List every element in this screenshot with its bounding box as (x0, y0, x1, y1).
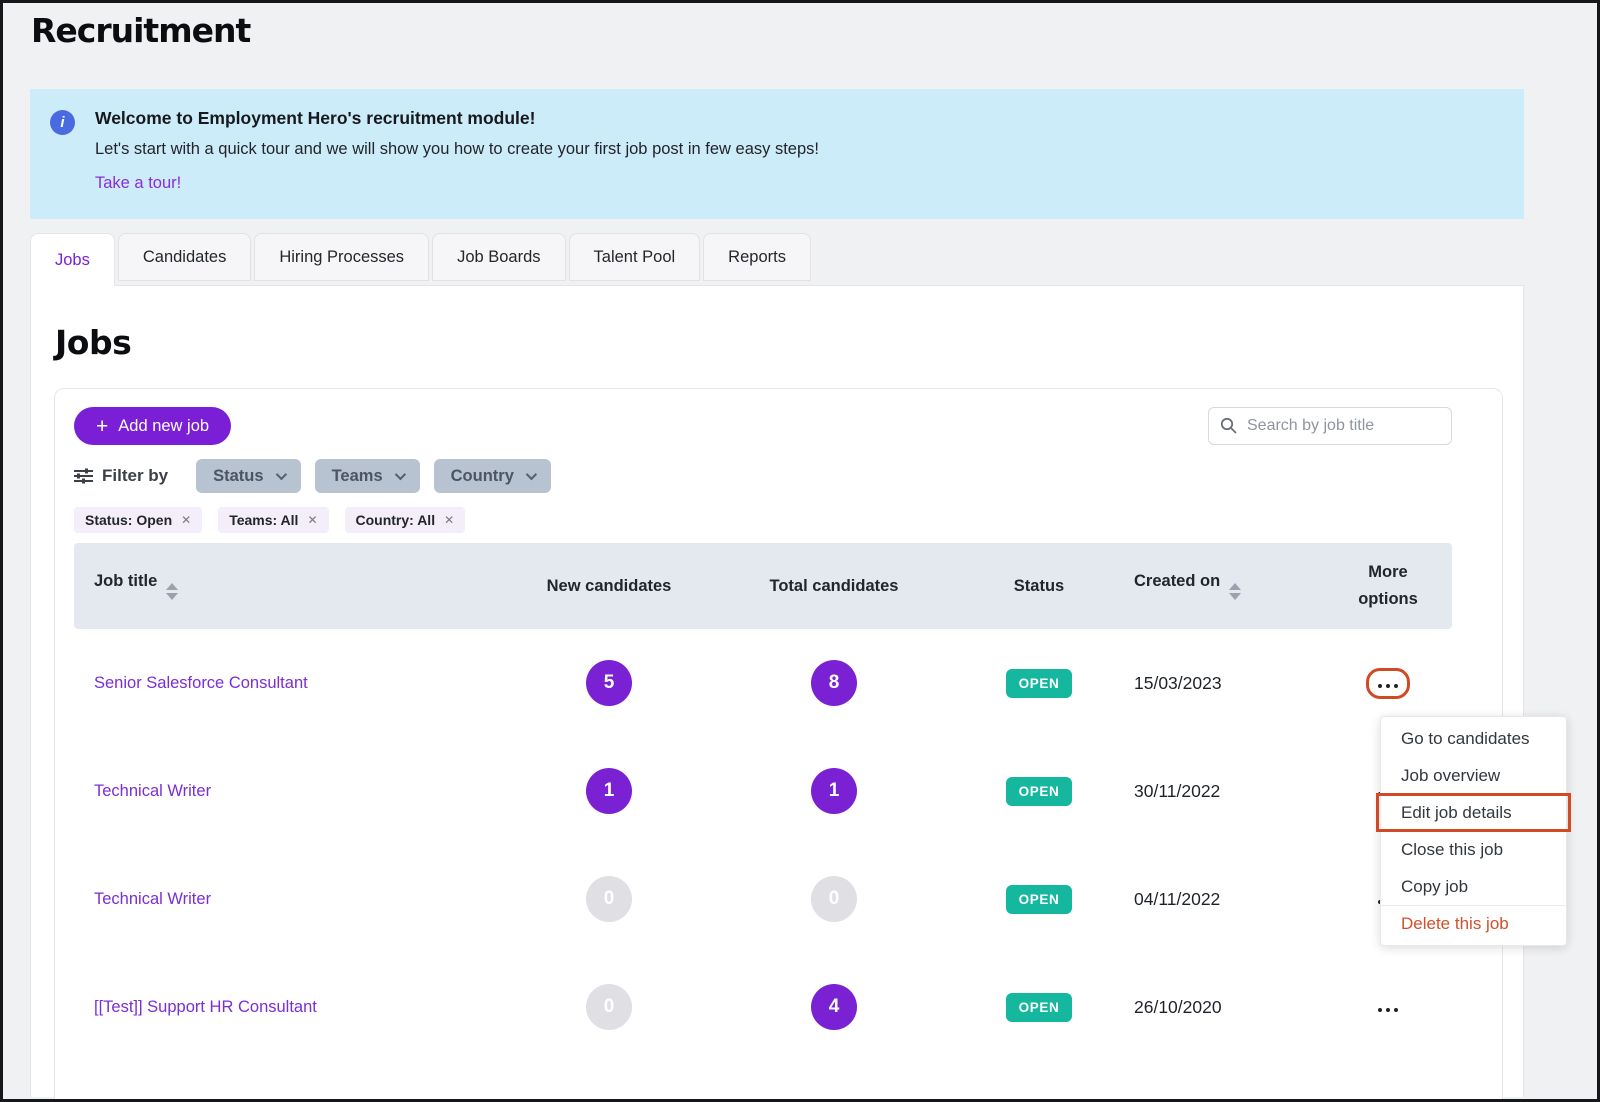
job-title-link[interactable]: Senior Salesforce Consultant (94, 674, 308, 692)
created-date: 15/03/2023 (1114, 673, 1324, 694)
teams-filter-dropdown[interactable]: Teams (315, 459, 420, 493)
filter-row: Filter by Status Teams Country (74, 459, 1452, 493)
add-new-job-button[interactable]: + Add new job (74, 407, 231, 445)
banner-title: Welcome to Employment Hero's recruitment… (95, 108, 819, 129)
remove-filter-icon[interactable]: ✕ (307, 513, 317, 527)
chevron-down-icon (275, 469, 286, 480)
remove-filter-icon[interactable]: ✕ (181, 513, 191, 527)
search-input[interactable] (1208, 407, 1452, 445)
welcome-banner: i Welcome to Employment Hero's recruitme… (30, 89, 1524, 219)
col-status: Status (964, 577, 1114, 596)
tab-reports[interactable]: Reports (703, 233, 811, 281)
total-candidates-badge: 8 (811, 660, 857, 706)
job-title-link[interactable]: Technical Writer (94, 782, 211, 800)
total-candidates-badge: 0 (811, 876, 857, 922)
status-badge: OPEN (1006, 885, 1073, 914)
banner-body: Let's start with a quick tour and we wil… (95, 140, 819, 159)
more-options-menu: Go to candidates Job overview Edit job d… (1380, 716, 1567, 946)
total-candidates-badge: 1 (811, 768, 857, 814)
tab-talent-pool[interactable]: Talent Pool (569, 233, 701, 281)
ellipsis-icon (1378, 684, 1398, 688)
jobs-toolbar: + Add new job (74, 407, 1452, 445)
page-title: Recruitment (31, 11, 1597, 50)
table-header: Job title New candidates Total candidate… (74, 543, 1452, 629)
table-row: [[Test]] Support HR Consultant 0 4 OPEN … (74, 953, 1452, 1061)
jobs-panel: Jobs + Add new job (30, 285, 1524, 1097)
menu-item-copy-job[interactable]: Copy job (1381, 868, 1566, 905)
more-options-button[interactable] (1369, 995, 1407, 1020)
banner-content: Welcome to Employment Hero's recruitment… (95, 108, 819, 219)
created-date: 26/10/2020 (1114, 997, 1324, 1018)
tab-job-boards[interactable]: Job Boards (432, 233, 565, 281)
tab-bar: Jobs Candidates Hiring Processes Job Boa… (30, 233, 1597, 286)
add-new-job-label: Add new job (118, 417, 209, 436)
tab-hiring-processes[interactable]: Hiring Processes (254, 233, 429, 281)
ellipsis-icon (1378, 1008, 1398, 1012)
country-filter-dropdown[interactable]: Country (434, 459, 551, 493)
job-search (1208, 407, 1452, 445)
menu-item-go-to-candidates[interactable]: Go to candidates (1381, 720, 1566, 757)
sort-icon[interactable] (166, 583, 178, 600)
table-row: Technical Writer 0 0 OPEN 04/11/2022 (74, 845, 1452, 953)
status-filter-dropdown[interactable]: Status (196, 459, 300, 493)
menu-item-job-overview[interactable]: Job overview (1381, 757, 1566, 794)
col-job-title: Job title (74, 572, 514, 600)
col-new-candidates: New candidates (514, 577, 704, 596)
new-candidates-badge: 1 (586, 768, 632, 814)
jobs-table: Job title New candidates Total candidate… (74, 543, 1452, 1061)
remove-filter-icon[interactable]: ✕ (444, 513, 454, 527)
menu-item-edit-job-details[interactable]: Edit job details (1381, 794, 1566, 831)
chevron-down-icon (394, 469, 405, 480)
sliders-icon (74, 468, 93, 484)
info-icon: i (50, 110, 75, 135)
table-row: Senior Salesforce Consultant 5 8 OPEN 15… (74, 629, 1452, 737)
menu-item-close-this-job[interactable]: Close this job (1381, 831, 1566, 868)
active-filter-tags: Status: Open ✕ Teams: All ✕ Country: All… (74, 507, 1452, 533)
status-badge: OPEN (1006, 669, 1073, 698)
new-candidates-badge: 0 (586, 876, 632, 922)
filter-by-label: Filter by (74, 466, 168, 486)
new-candidates-badge: 5 (586, 660, 632, 706)
tab-jobs[interactable]: Jobs (30, 233, 115, 286)
total-candidates-badge: 4 (811, 984, 857, 1030)
job-title-link[interactable]: Technical Writer (94, 890, 211, 908)
tab-candidates[interactable]: Candidates (118, 233, 251, 281)
take-a-tour-link[interactable]: Take a tour! (95, 174, 181, 193)
jobs-card: + Add new job (54, 388, 1503, 1102)
plus-icon: + (96, 416, 108, 437)
created-date: 04/11/2022 (1114, 889, 1324, 910)
search-icon (1220, 417, 1237, 434)
col-created-on: Created on (1114, 572, 1324, 600)
col-more-options: More options (1324, 559, 1452, 613)
table-row: Technical Writer 1 1 OPEN 30/11/2022 (74, 737, 1452, 845)
more-options-button[interactable] (1366, 668, 1410, 699)
status-badge: OPEN (1006, 777, 1073, 806)
section-heading: Jobs (55, 323, 1523, 362)
new-candidates-badge: 0 (586, 984, 632, 1030)
filter-tag-status: Status: Open ✕ (74, 507, 202, 533)
filter-tag-teams: Teams: All ✕ (218, 507, 328, 533)
col-total-candidates: Total candidates (704, 577, 964, 596)
filter-tag-country: Country: All ✕ (345, 507, 466, 533)
created-date: 30/11/2022 (1114, 781, 1324, 802)
recruitment-page: Recruitment i Welcome to Employment Hero… (0, 0, 1600, 1102)
menu-item-delete-this-job[interactable]: Delete this job (1381, 905, 1566, 942)
job-title-link[interactable]: [[Test]] Support HR Consultant (94, 998, 317, 1016)
chevron-down-icon (526, 469, 537, 480)
sort-icon[interactable] (1229, 583, 1241, 600)
status-badge: OPEN (1006, 993, 1073, 1022)
